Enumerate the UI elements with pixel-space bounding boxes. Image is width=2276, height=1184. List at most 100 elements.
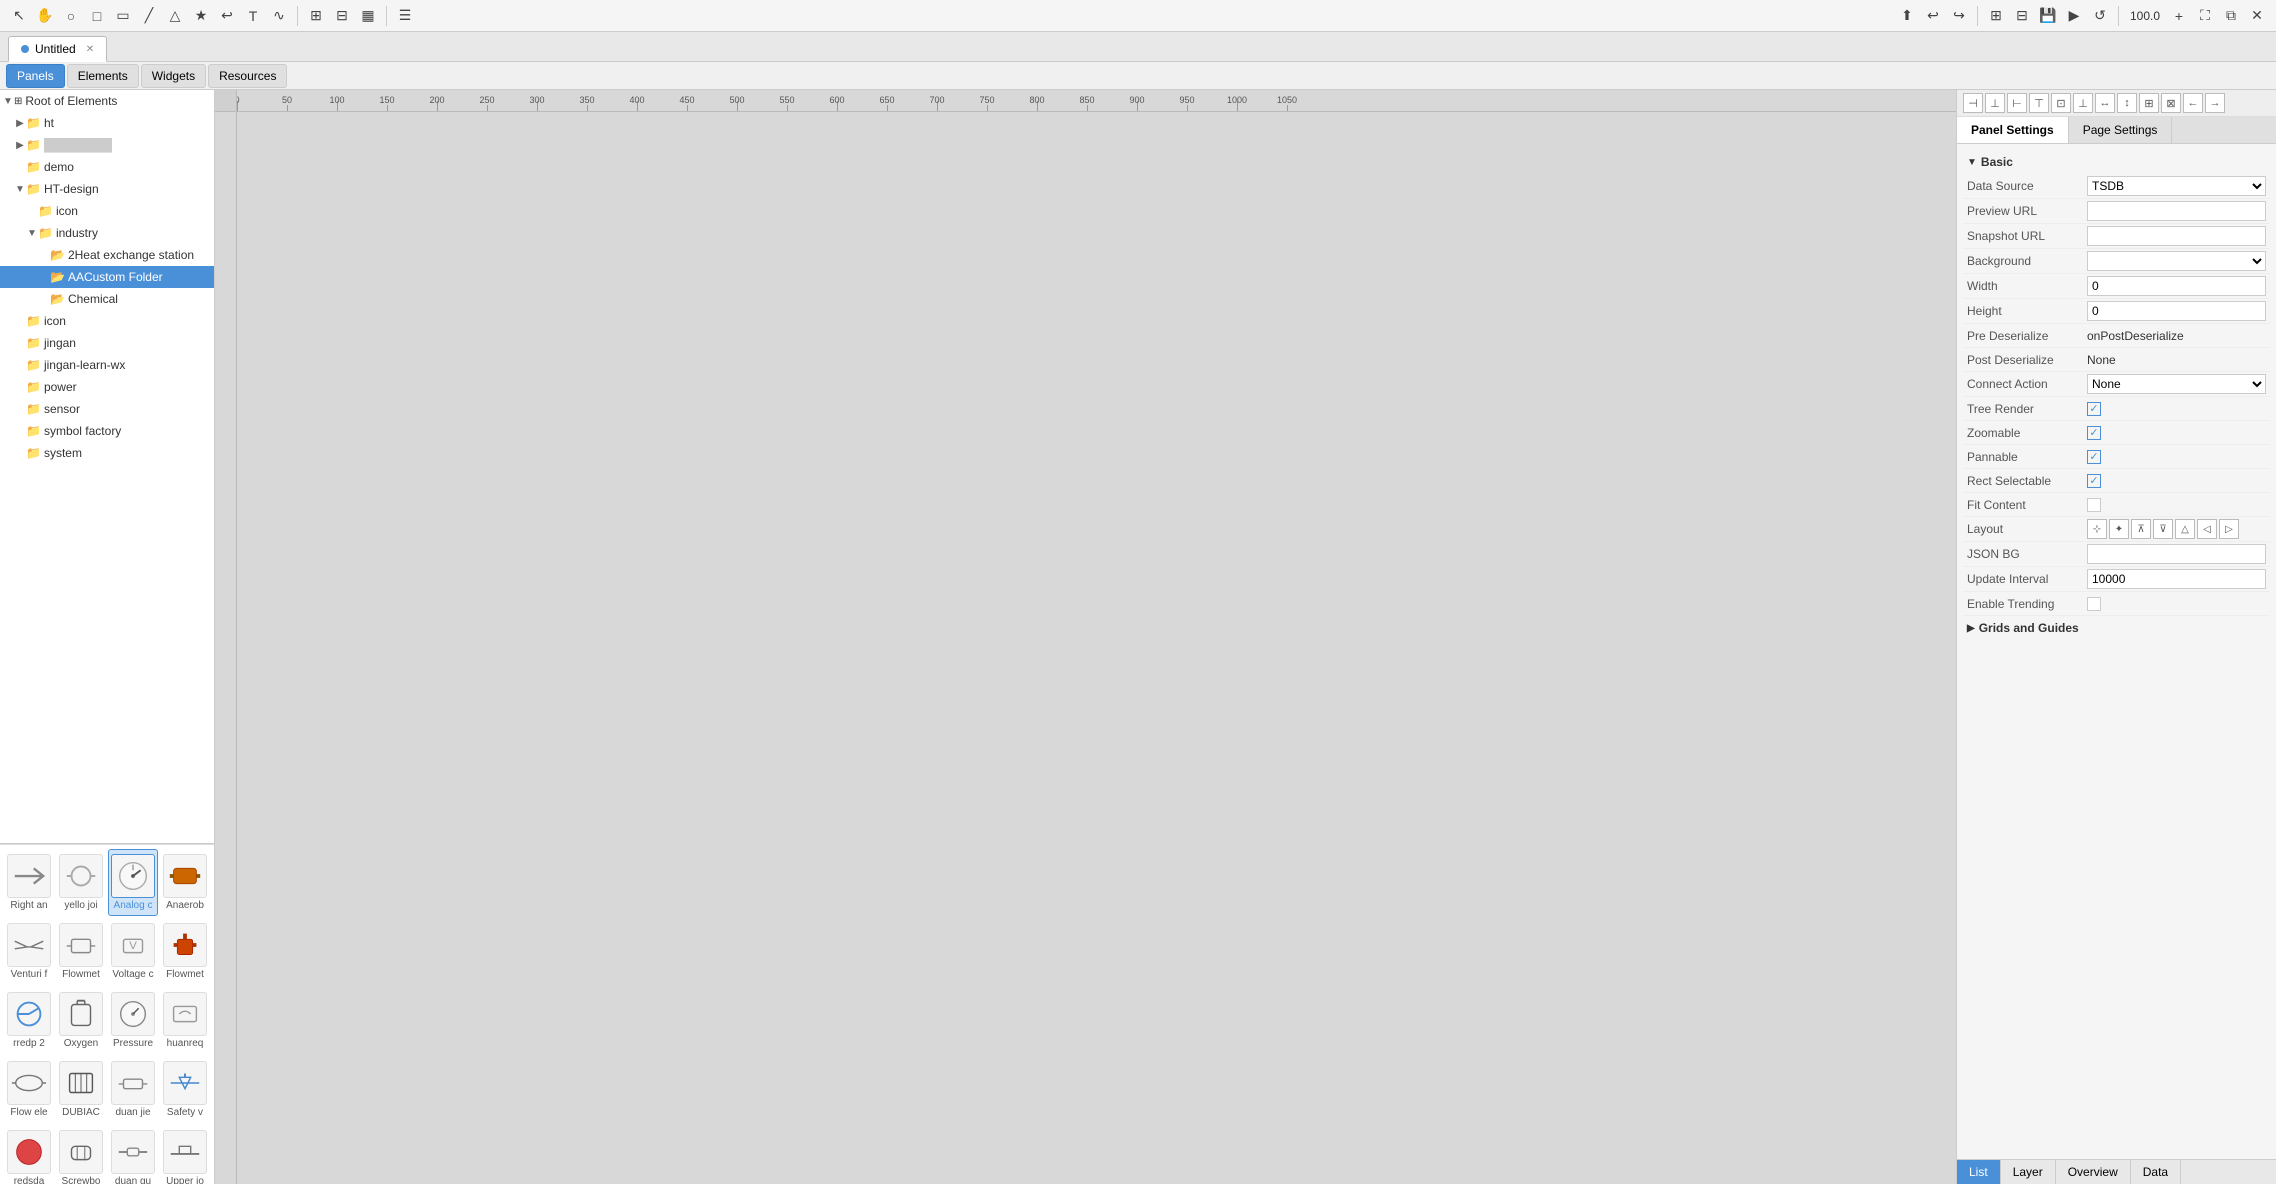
save-icon[interactable]: 💾	[2037, 5, 2059, 27]
tree-item-system[interactable]: 📁 system	[0, 442, 214, 464]
section-grids-header[interactable]: ▶ Grids and Guides	[1963, 616, 2270, 640]
table-tool[interactable]: ⊞	[305, 5, 327, 27]
panel-tab-panels[interactable]: Panels	[6, 64, 65, 88]
layout-icon-3[interactable]: ⊼	[2131, 519, 2151, 539]
export-icon[interactable]: ⬆	[1896, 5, 1918, 27]
input-height[interactable]	[2087, 301, 2266, 321]
zoom-in-icon[interactable]: +	[2168, 5, 2190, 27]
refresh-icon[interactable]: ↺	[2089, 5, 2111, 27]
distribute-h-btn[interactable]: ↔	[2095, 93, 2115, 113]
fullscreen-icon[interactable]: ⛶	[2194, 5, 2216, 27]
layout-icon-5[interactable]: △	[2175, 519, 2195, 539]
component-venturi-f[interactable]: Venturi f	[4, 918, 54, 985]
component-huanreq[interactable]: huanreq	[160, 987, 210, 1054]
redo-icon[interactable]: ↪	[1948, 5, 1970, 27]
frame-tool[interactable]: ⊟	[331, 5, 353, 27]
canvas-content[interactable]	[237, 112, 1956, 1184]
tree-item-symbol-factory[interactable]: 📁 symbol factory	[0, 420, 214, 442]
close-icon[interactable]: ✕	[2246, 5, 2268, 27]
layout-icon-7[interactable]: ▷	[2219, 519, 2239, 539]
input-preview-url[interactable]	[2087, 201, 2266, 221]
component-screwbo[interactable]: Screwbo	[56, 1125, 106, 1184]
input-snapshot-url[interactable]	[2087, 226, 2266, 246]
poly-tool[interactable]: ∿	[268, 5, 290, 27]
component-upper-jo[interactable]: Upper jo	[160, 1125, 210, 1184]
canvas-area[interactable]: 0501001502002503003504004505005506006507…	[215, 90, 1956, 1184]
layout-icon-4[interactable]: ⊽	[2153, 519, 2173, 539]
tree-item-industry[interactable]: 📁 industry	[0, 222, 214, 244]
menu-tool[interactable]: ☰	[394, 5, 416, 27]
component-flow-ele[interactable]: Flow ele	[4, 1056, 54, 1123]
layout-icon-2[interactable]: ✦	[2109, 519, 2129, 539]
input-width[interactable]	[2087, 276, 2266, 296]
component-redsda[interactable]: redsda	[4, 1125, 54, 1184]
window-icon[interactable]: ⧉	[2220, 5, 2242, 27]
undo-shape-tool[interactable]: ↩	[216, 5, 238, 27]
line-tool[interactable]: ╱	[138, 5, 160, 27]
pan-tool[interactable]: ✋	[34, 5, 56, 27]
component-right-an[interactable]: Right an	[4, 849, 54, 916]
tree-item-sensor[interactable]: 📁 sensor	[0, 398, 214, 420]
star-tool[interactable]: ★	[190, 5, 212, 27]
layout-icon-6[interactable]: ◁	[2197, 519, 2217, 539]
text-tool[interactable]: T	[242, 5, 264, 27]
tree-item-jingan-learn[interactable]: 📁 jingan-learn-wx	[0, 354, 214, 376]
align-icon[interactable]: ⊞	[1985, 5, 2007, 27]
send-back-btn[interactable]: →	[2205, 93, 2225, 113]
section-basic-header[interactable]: ▼ Basic	[1963, 150, 2270, 174]
tree-item-ht[interactable]: 📁 ht	[0, 112, 214, 134]
checkbox-fit-content[interactable]	[2087, 498, 2101, 512]
align-center-h-btn[interactable]: ⊡	[2051, 93, 2071, 113]
checkbox-rect-selectable[interactable]: ✓	[2087, 474, 2101, 488]
component-analog-c[interactable]: Analog c	[108, 849, 158, 916]
bottom-tab-overview[interactable]: Overview	[2056, 1160, 2131, 1184]
tree-item-demo[interactable]: 📁 demo	[0, 156, 214, 178]
align-pack-btn[interactable]: ⊠	[2161, 93, 2181, 113]
tree-item-chemical[interactable]: 📂 Chemical	[0, 288, 214, 310]
undo-icon[interactable]: ↩	[1922, 5, 1944, 27]
bring-forward-btn[interactable]: ←	[2183, 93, 2203, 113]
checkbox-pannable[interactable]: ✓	[2087, 450, 2101, 464]
tree-item-blurred[interactable]: 📁 ████████	[0, 134, 214, 156]
component-oxygen[interactable]: Oxygen	[56, 987, 106, 1054]
select-connect-action[interactable]: None	[2087, 374, 2266, 394]
component-duan-gu[interactable]: duan gu	[108, 1125, 158, 1184]
tree-item-ht-design[interactable]: 📁 HT-design	[0, 178, 214, 200]
panel-settings-tab[interactable]: Panel Settings	[1957, 117, 2069, 143]
panel-tab-resources[interactable]: Resources	[208, 64, 287, 88]
select-tool[interactable]: ↖	[8, 5, 30, 27]
checkbox-tree-render[interactable]: ✓	[2087, 402, 2101, 416]
rounded-rect-tool[interactable]: ▭	[112, 5, 134, 27]
panel-tab-widgets[interactable]: Widgets	[141, 64, 206, 88]
checkbox-enable-trending[interactable]	[2087, 597, 2101, 611]
align-left-btn[interactable]: ⊣	[1963, 93, 1983, 113]
page-settings-tab[interactable]: Page Settings	[2069, 117, 2173, 143]
tree-item-aacustom[interactable]: 📂 AACustom Folder	[0, 266, 214, 288]
bottom-tab-layer[interactable]: Layer	[2001, 1160, 2056, 1184]
checkbox-zoomable[interactable]: ✓	[2087, 426, 2101, 440]
panel-tab-elements[interactable]: Elements	[67, 64, 139, 88]
tree-item-icon-sub[interactable]: 📁 icon	[0, 200, 214, 222]
tab-untitled[interactable]: Untitled ✕	[8, 36, 107, 62]
component-dubiac[interactable]: DUBIAC	[56, 1056, 106, 1123]
media-tool[interactable]: ▦	[357, 5, 379, 27]
component-anaerob[interactable]: Anaerob	[160, 849, 210, 916]
component-rredp-2[interactable]: rredp 2	[4, 987, 54, 1054]
select-background[interactable]	[2087, 251, 2266, 271]
align-bottom-btn[interactable]: ⊥	[2073, 93, 2093, 113]
play-icon[interactable]: ▶	[2063, 5, 2085, 27]
rect-tool[interactable]: □	[86, 5, 108, 27]
tree-item-icon2[interactable]: 📁 icon	[0, 310, 214, 332]
align-spread-btn[interactable]: ⊞	[2139, 93, 2159, 113]
component-pressure[interactable]: Pressure	[108, 987, 158, 1054]
component-safety-v[interactable]: Safety v	[160, 1056, 210, 1123]
align-center-v-btn[interactable]: ⊥	[1985, 93, 2005, 113]
triangle-tool[interactable]: △	[164, 5, 186, 27]
tree-item-2heat[interactable]: 📂 2Heat exchange station	[0, 244, 214, 266]
component-yello-joi[interactable]: yello joi	[56, 849, 106, 916]
component-flowmete[interactable]: Flowmet	[56, 918, 106, 985]
input-json-bg[interactable]	[2087, 544, 2266, 564]
layout-icon-1[interactable]: ⊹	[2087, 519, 2107, 539]
bottom-tab-data[interactable]: Data	[2131, 1160, 2181, 1184]
bottom-tab-list[interactable]: List	[1957, 1160, 2001, 1184]
